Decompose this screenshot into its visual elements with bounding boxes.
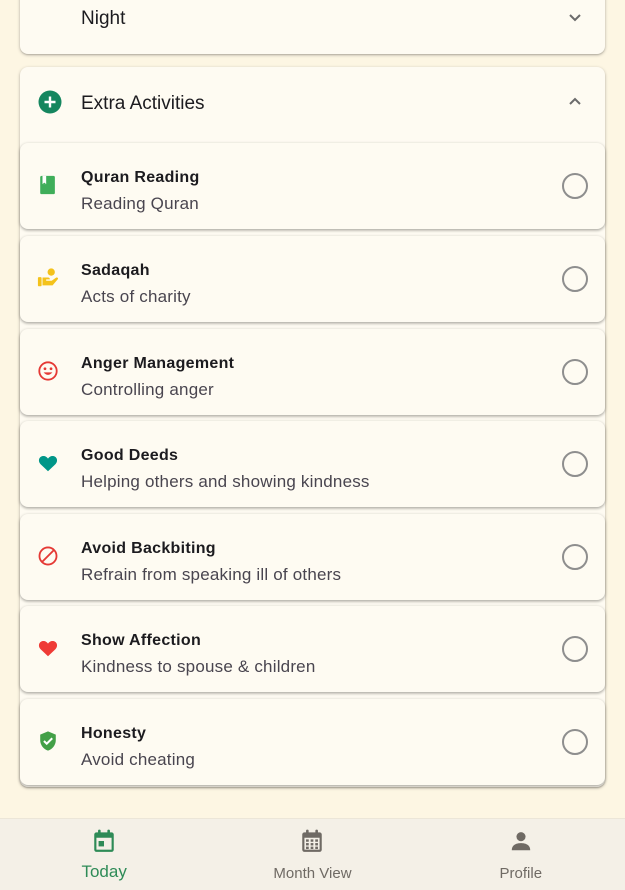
nav-label-month-view: Month View [273, 865, 352, 882]
verified-shield-icon [40, 731, 56, 751]
activity-title: Good Deeds [81, 447, 179, 464]
activity-checkbox[interactable] [562, 266, 588, 292]
heart-icon [38, 455, 58, 472]
section-title-extra: Extra Activities [81, 93, 205, 114]
nav-label-today: Today [81, 862, 127, 881]
activity-item-avoid-backbiting[interactable]: Avoid Backbiting Refrain from speaking i… [20, 514, 605, 600]
activity-item-sadaqah[interactable]: Sadaqah Acts of charity [20, 236, 605, 322]
activity-item-quran-reading[interactable]: Quran Reading Reading Quran [20, 143, 605, 229]
activity-checkbox[interactable] [562, 544, 588, 570]
activity-title: Sadaqah [81, 262, 150, 279]
activity-subtitle: Reading Quran [81, 194, 199, 213]
charity-hand-icon [37, 268, 59, 287]
add-circle-icon [38, 90, 62, 114]
section-header-extra-activities[interactable]: Extra Activities [20, 67, 605, 137]
nav-item-profile[interactable]: Profile [417, 819, 625, 890]
activity-checkbox[interactable] [562, 636, 588, 662]
calendar-today-icon [94, 829, 114, 852]
book-icon [40, 175, 55, 195]
activity-item-anger-management[interactable]: Anger Management Controlling anger [20, 329, 605, 415]
activity-subtitle: Acts of charity [81, 287, 191, 306]
section-night[interactable]: Night [20, 0, 605, 54]
activity-list[interactable]: Night Extra Activities Quran Reading Rea… [0, 0, 625, 818]
activity-title: Anger Management [81, 355, 235, 372]
bottom-navigation: Today Month View Profile [0, 818, 625, 890]
smiley-face-icon [38, 361, 58, 381]
nav-label-profile: Profile [499, 865, 543, 882]
activity-checkbox[interactable] [562, 729, 588, 755]
activity-subtitle: Kindness to spouse & children [81, 657, 316, 676]
activity-subtitle: Avoid cheating [81, 750, 196, 769]
chevron-down-icon[interactable] [567, 9, 583, 25]
nav-item-today[interactable]: Today [0, 819, 208, 890]
activity-title: Avoid Backbiting [81, 540, 216, 557]
nav-item-month-view[interactable]: Month View [208, 819, 416, 890]
activity-checkbox[interactable] [562, 173, 588, 199]
activity-item-show-affection[interactable]: Show Affection Kindness to spouse & chil… [20, 606, 605, 692]
activity-item-honesty[interactable]: Honesty Avoid cheating [20, 699, 605, 785]
activity-item-good-deeds[interactable]: Good Deeds Helping others and showing ki… [20, 421, 605, 507]
heart-icon [38, 640, 58, 657]
calendar-month-icon [302, 829, 323, 852]
activity-subtitle: Helping others and showing kindness [81, 472, 370, 491]
activity-subtitle: Controlling anger [81, 380, 214, 399]
chevron-up-icon[interactable] [567, 94, 583, 110]
activity-checkbox[interactable] [562, 451, 588, 477]
activity-subtitle: Refrain from speaking ill of others [81, 565, 342, 584]
activity-title: Quran Reading [81, 169, 200, 186]
block-icon [38, 546, 58, 566]
person-icon [511, 832, 531, 851]
activity-title: Show Affection [81, 632, 202, 649]
moon-icon [43, 8, 53, 28]
activity-title: Honesty [81, 725, 147, 742]
activity-checkbox[interactable] [562, 359, 588, 385]
section-title-night: Night [81, 8, 126, 29]
